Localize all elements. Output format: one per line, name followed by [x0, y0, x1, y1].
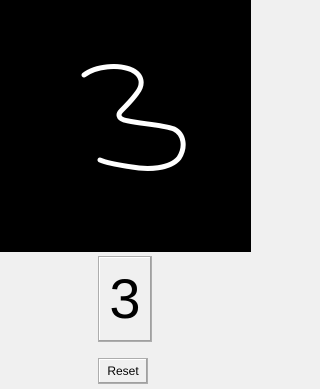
digit-recognizer-window: 3 Reset	[0, 0, 251, 389]
drawn-digit-stroke	[81, 64, 186, 171]
reset-button[interactable]: Reset	[98, 358, 148, 384]
drawing-canvas[interactable]	[0, 0, 251, 252]
prediction-display: 3	[98, 256, 152, 342]
